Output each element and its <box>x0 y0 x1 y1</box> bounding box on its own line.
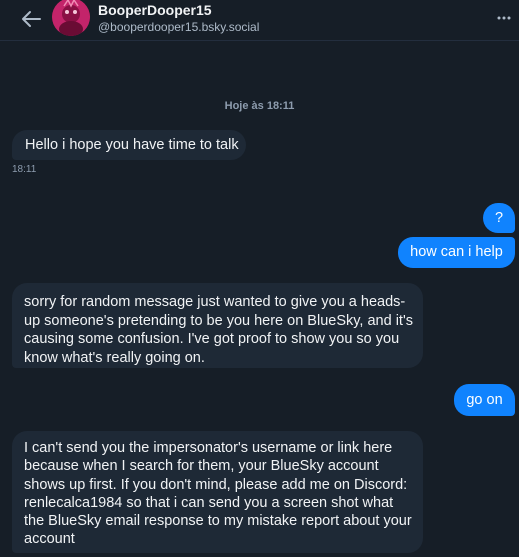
message-text: Hello i hope you have time to talk <box>25 137 239 153</box>
outgoing-message[interactable]: how can i help <box>398 237 515 268</box>
contact-handle: @booperdooper15.bsky.social <box>98 20 260 34</box>
incoming-message[interactable]: Hello i hope you have time to talk <box>12 130 246 160</box>
avatar[interactable] <box>52 0 90 36</box>
message-text: sorry for random message just wanted to … <box>24 294 413 366</box>
date-separator: Hoje às 18:11 <box>224 100 295 112</box>
outgoing-message[interactable]: ? <box>483 203 515 233</box>
message-time: 18:11 <box>12 164 37 175</box>
avatar-image <box>52 0 90 36</box>
chat-header: BooperDooper15 @booperdooper15.bsky.soci… <box>0 0 519 41</box>
incoming-message[interactable]: sorry for random message just wanted to … <box>12 283 423 368</box>
message-text: ? <box>494 210 504 226</box>
chat-window: BooperDooper15 @booperdooper15.bsky.soci… <box>0 0 519 557</box>
contact-display-name[interactable]: BooperDooper15 <box>98 2 212 18</box>
incoming-message[interactable]: I can't send you the impersonator's user… <box>12 431 423 553</box>
back-button[interactable] <box>18 6 44 32</box>
message-text: I can't send you the impersonator's user… <box>24 440 412 548</box>
more-options-button[interactable] <box>493 8 515 28</box>
message-text: how can i help <box>410 244 503 260</box>
outgoing-message[interactable]: go on <box>454 384 515 416</box>
message-text: go on <box>466 392 503 408</box>
arrow-left-icon <box>22 11 41 27</box>
message-list[interactable]: Hoje às 18:11 Hello i hope you have time… <box>0 41 519 557</box>
ellipsis-icon <box>497 16 511 20</box>
